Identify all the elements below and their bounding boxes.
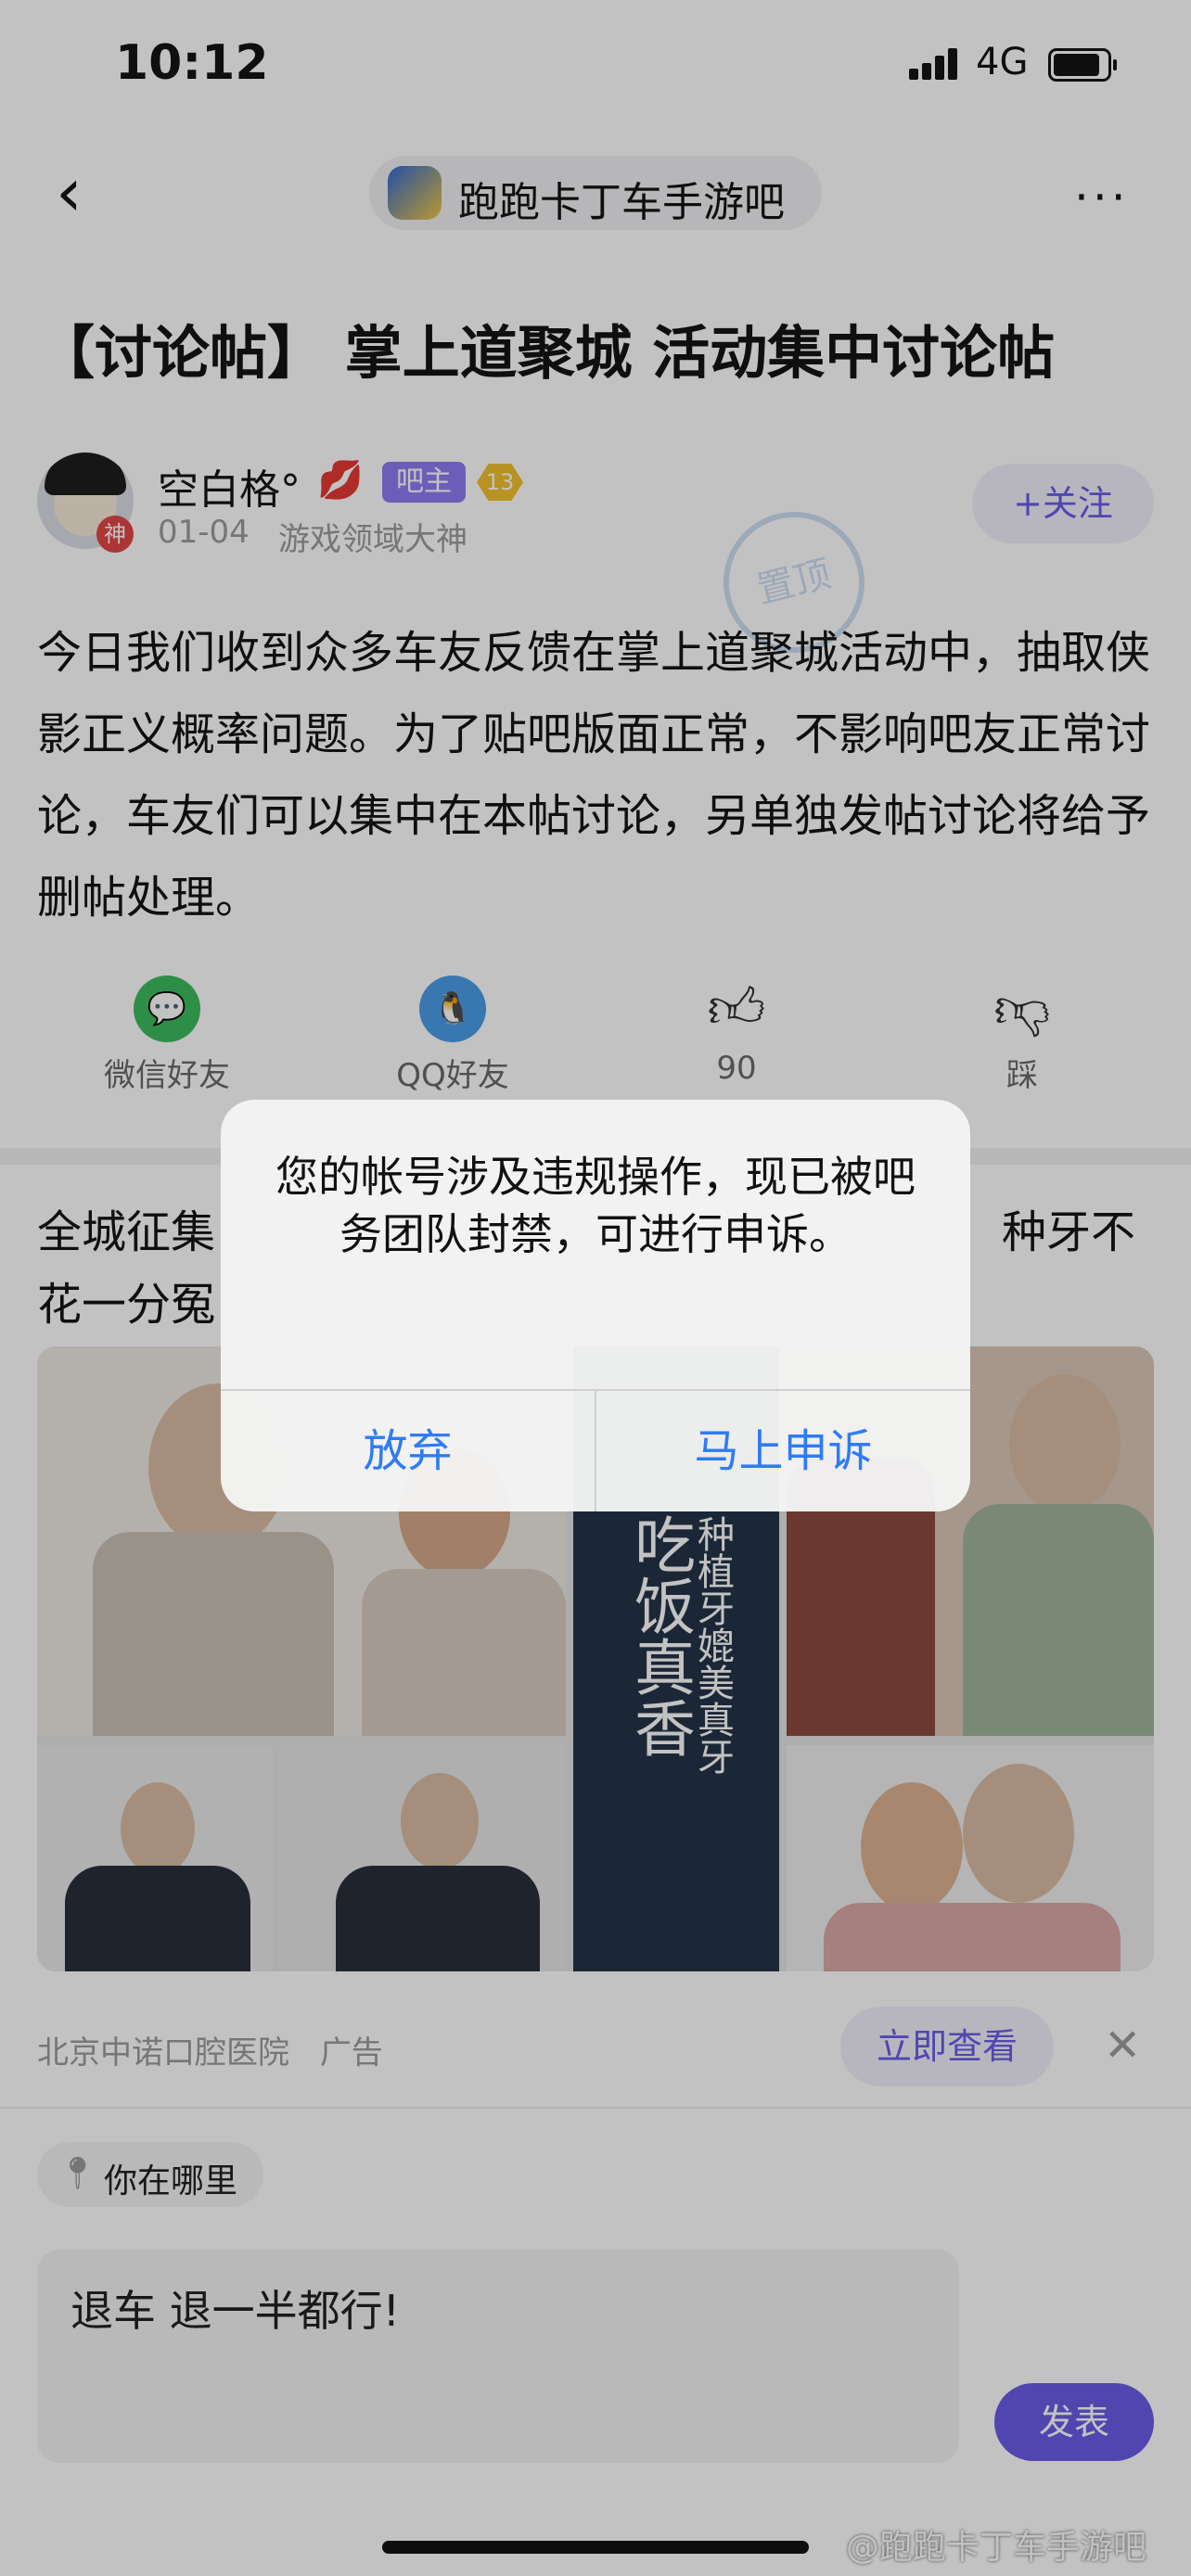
alert-message: 您的帐号涉及违规操作，现已被吧务团队封禁，可进行申诉。 [275, 1152, 916, 1259]
appeal-button[interactable]: 马上申诉 [596, 1391, 970, 1511]
cancel-button[interactable]: 放弃 [221, 1391, 595, 1511]
ban-alert-dialog: 您的帐号涉及违规操作，现已被吧务团队封禁，可进行申诉。 放弃 马上申诉 [221, 1100, 970, 1511]
